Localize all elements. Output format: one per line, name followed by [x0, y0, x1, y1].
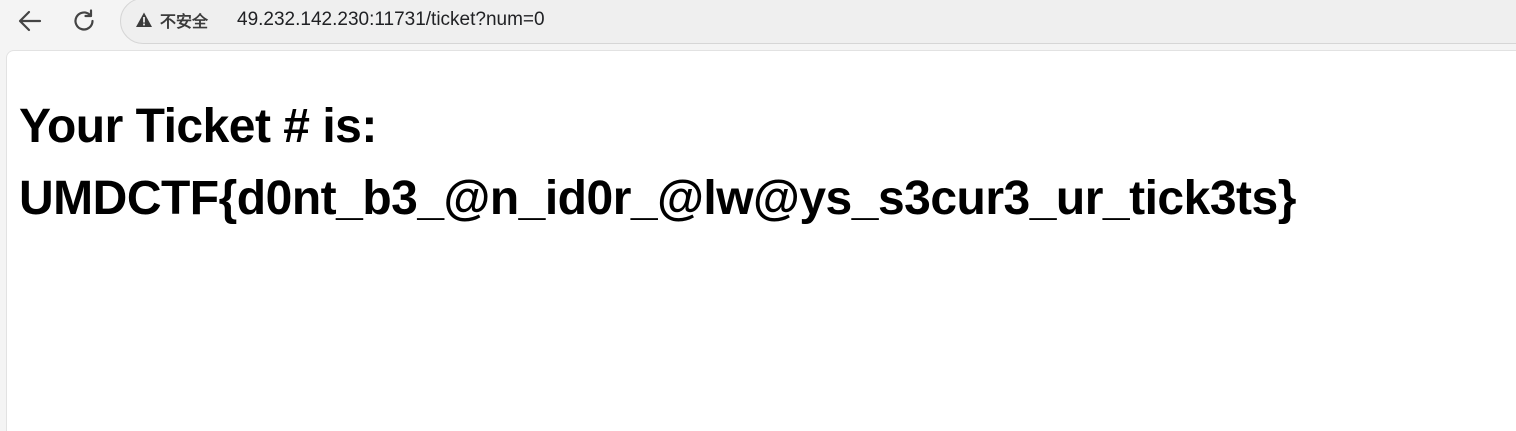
back-button[interactable]	[14, 5, 46, 37]
address-bar[interactable]: 不安全 49.232.142.230:11731/ticket?num=0	[120, 0, 1516, 44]
reload-button[interactable]	[68, 5, 100, 37]
reload-icon	[74, 9, 94, 31]
page-viewport: Your Ticket # is: UMDCTF{d0nt_b3_@n_id0r…	[6, 50, 1516, 431]
arrow-left-icon	[18, 10, 42, 32]
warning-triangle-icon	[136, 12, 152, 27]
browser-toolbar: 不安全 49.232.142.230:11731/ticket?num=0	[0, 0, 1516, 50]
ticket-flag-value: UMDCTF{d0nt_b3_@n_id0r_@lw@ys_s3cur3_ur_…	[19, 172, 1296, 225]
ticket-heading: Your Ticket # is: UMDCTF{d0nt_b3_@n_id0r…	[19, 91, 1296, 235]
site-security-chip[interactable]: 不安全	[135, 7, 208, 33]
url-text[interactable]: 49.232.142.230:11731/ticket?num=0	[237, 9, 545, 31]
ticket-heading-label: Your Ticket # is:	[19, 100, 377, 153]
security-label: 不安全	[160, 12, 209, 31]
